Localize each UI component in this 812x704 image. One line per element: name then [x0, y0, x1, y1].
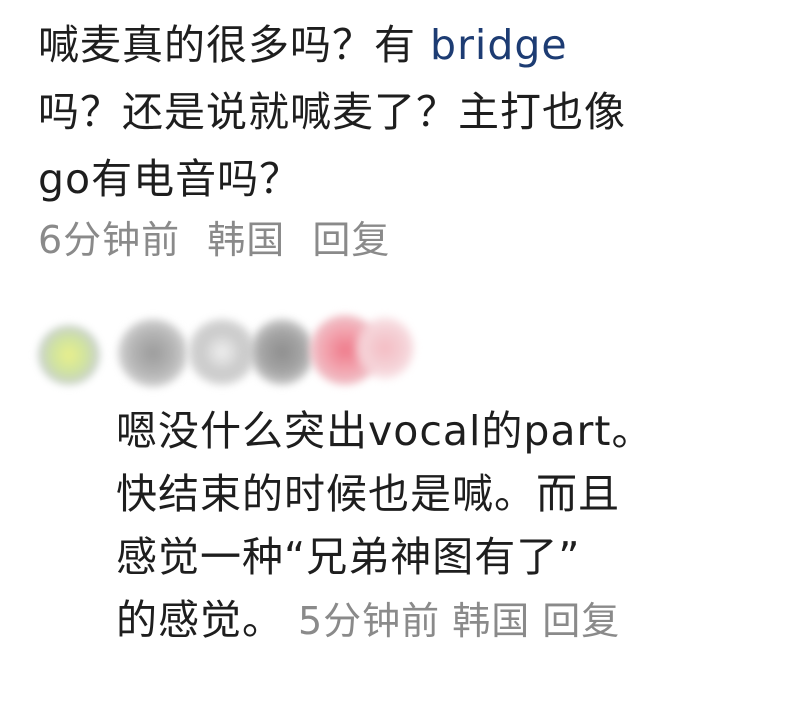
comment-line-3: go有电音吗？: [38, 155, 302, 203]
bridge-link[interactable]: bridge: [430, 21, 568, 69]
avatar-blur-6: [356, 317, 414, 379]
reply-comment: 嗯没什么突出vocal的part。 快结束的时候也是喊。而且 感觉一种“兄弟神图…: [116, 400, 806, 653]
reply-line-4: 的感觉。: [116, 596, 284, 644]
comment-meta: 6分钟前 韩国 回复: [38, 209, 798, 271]
comment-main: 喊麦真的很多吗？有 bridge 吗？还是说就喊麦了？主打也像 go有电音吗？ …: [38, 12, 798, 271]
reply-line-2: 快结束的时候也是喊。而且: [116, 470, 620, 518]
reply-location: 韩国: [452, 599, 531, 643]
reply-timestamp: 5分钟前: [298, 599, 441, 643]
reply-reply-button[interactable]: 回复: [542, 599, 620, 643]
reply-line-1: 嗯没什么突出vocal的part。: [116, 407, 654, 455]
reply-body: 嗯没什么突出vocal的part。 快结束的时候也是喊。而且 感觉一种“兄弟神图…: [116, 400, 806, 653]
avatar-blur-1: [38, 325, 100, 385]
location: 韩国: [207, 218, 286, 262]
comment-line-2: 吗？还是说就喊麦了？主打也像: [38, 88, 626, 136]
avatar-blur-3: [188, 319, 256, 385]
timestamp: 6分钟前: [38, 218, 181, 262]
reply-button[interactable]: 回复: [312, 218, 390, 262]
comment-line-1: 喊麦真的很多吗？有 bridge: [38, 12, 798, 79]
comment-body: 喊麦真的很多吗？有 bridge 吗？还是说就喊麦了？主打也像 go有电音吗？: [38, 12, 798, 213]
reply-meta: 5分钟前 韩国 回复: [298, 599, 632, 643]
avatar-blur-4: [250, 319, 314, 385]
comment-line-1-text: 喊麦真的很多吗？有: [38, 21, 431, 69]
avatar-blur-2: [118, 319, 188, 387]
blurred-avatars: [28, 305, 428, 400]
reply-line-3: 感觉一种“兄弟神图有了”: [116, 533, 581, 581]
reply-line-4-row: 的感觉。 5分钟前 韩国 回复: [116, 589, 806, 653]
